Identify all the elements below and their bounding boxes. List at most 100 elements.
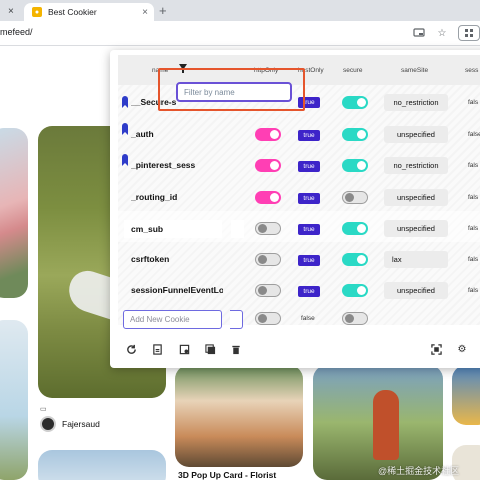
column-header-samesite[interactable]: sameSite <box>401 67 428 74</box>
toggle-knob <box>258 255 267 264</box>
session-value: fals <box>468 256 479 263</box>
toggle-knob <box>270 193 279 202</box>
hostonly-chip[interactable]: true <box>298 161 320 172</box>
extension-icon[interactable] <box>458 25 480 41</box>
httponly-toggle[interactable] <box>255 159 281 172</box>
session-value: fals <box>468 287 479 294</box>
toggle-knob <box>357 98 366 107</box>
tab-bar: × ● Best Cookier × + <box>0 0 480 21</box>
pin-image[interactable] <box>0 128 28 298</box>
table-row[interactable]: _routing_id true unspecified fals <box>118 180 480 211</box>
pin-image[interactable] <box>0 320 28 480</box>
toggle-knob <box>357 286 366 295</box>
toggle-knob <box>270 130 279 139</box>
secure-toggle[interactable] <box>342 159 368 172</box>
pinned-bookmark-icon[interactable] <box>122 154 128 166</box>
cookie-name[interactable]: _auth <box>131 129 223 139</box>
hostonly-value[interactable]: false <box>301 315 315 322</box>
copy-icon[interactable] <box>204 343 216 355</box>
pinned-bookmark-icon[interactable] <box>122 123 128 135</box>
new-cookie-row[interactable]: Add New Cookie false <box>118 305 480 336</box>
secure-toggle[interactable] <box>342 128 368 141</box>
add-cookie-input[interactable]: Add New Cookie <box>123 310 222 329</box>
fullscreen-icon[interactable] <box>430 343 442 355</box>
table-row[interactable]: sessionFunnelEventLo true unspecified fa… <box>118 273 480 304</box>
session-value: false <box>468 131 480 138</box>
import-icon[interactable] <box>151 343 163 355</box>
pin-title[interactable]: 3D Pop Up Card - Florist <box>178 470 276 480</box>
pin-image[interactable] <box>175 365 303 467</box>
new-tab-button[interactable]: + <box>159 3 167 19</box>
httponly-toggle[interactable] <box>255 191 281 204</box>
samesite-select[interactable]: no_restriction <box>384 157 448 174</box>
toggle-knob <box>270 161 279 170</box>
close-tab-icon[interactable]: × <box>8 2 14 21</box>
url-field[interactable]: mefeed/ <box>0 27 33 37</box>
samesite-select[interactable]: no_restriction <box>384 94 448 111</box>
pinner-name[interactable]: Fajersaud <box>62 419 100 429</box>
column-header-session[interactable]: sess <box>465 67 478 74</box>
column-header-secure[interactable]: secure <box>343 67 363 74</box>
httponly-toggle[interactable] <box>255 312 281 325</box>
samesite-select[interactable]: unspecified <box>384 189 448 206</box>
pin-image[interactable] <box>38 450 166 480</box>
star-icon[interactable]: ☆ <box>435 26 449 40</box>
cookie-name[interactable]: _pinterest_sess <box>131 160 223 170</box>
pin-image[interactable] <box>452 365 480 425</box>
cookie-value-input[interactable] <box>231 220 244 238</box>
settings-icon[interactable]: ⚙ <box>456 343 468 355</box>
hostonly-chip[interactable]: true <box>298 286 320 297</box>
cast-icon[interactable] <box>412 26 426 40</box>
samesite-select[interactable]: unspecified <box>384 126 448 143</box>
active-tab[interactable]: ● Best Cookier × <box>24 3 154 21</box>
cookie-name[interactable]: _routing_id <box>131 192 223 202</box>
samesite-select[interactable]: lax <box>384 251 448 268</box>
secure-toggle[interactable] <box>342 96 368 109</box>
cookie-name[interactable]: sessionFunnelEventLo <box>131 285 223 295</box>
add-cookie-value-input[interactable] <box>230 310 243 329</box>
httponly-toggle[interactable] <box>255 284 281 297</box>
table-row[interactable]: _auth true unspecified false <box>118 118 480 149</box>
hostonly-chip[interactable]: true <box>298 130 320 141</box>
hostonly-chip[interactable]: true <box>298 224 320 235</box>
export-icon[interactable] <box>178 343 190 355</box>
toggle-knob <box>258 286 267 295</box>
cookie-name-input[interactable]: cm_sub <box>124 220 222 238</box>
secure-toggle[interactable] <box>342 312 368 325</box>
toggle-knob <box>345 193 354 202</box>
samesite-select[interactable]: unspecified <box>384 220 448 237</box>
toggle-knob <box>258 224 267 233</box>
session-value: fals <box>468 99 479 106</box>
toggle-knob <box>357 130 366 139</box>
secure-toggle[interactable] <box>342 284 368 297</box>
watermark: @稀土掘金技术社区 <box>378 466 460 476</box>
pin-image[interactable] <box>313 365 443 480</box>
pinned-bookmark-icon[interactable] <box>122 96 128 108</box>
session-value: fals <box>468 162 479 169</box>
secure-toggle[interactable] <box>342 253 368 266</box>
table-row-editing[interactable]: cm_sub true unspecified fals <box>118 211 480 242</box>
toggle-knob <box>357 255 366 264</box>
close-tab-icon[interactable]: × <box>142 7 148 18</box>
httponly-toggle[interactable] <box>255 253 281 266</box>
table-row[interactable]: _pinterest_sess true no_restriction fals <box>118 149 480 180</box>
address-bar: mefeed/ ☆ <box>0 21 480 46</box>
avatar[interactable] <box>40 416 56 432</box>
refresh-icon[interactable] <box>125 343 137 355</box>
table-row[interactable]: csrftoken true lax fals <box>118 242 480 273</box>
secure-toggle[interactable] <box>342 191 368 204</box>
pin-figure <box>373 390 399 460</box>
hostonly-chip[interactable]: true <box>298 255 320 266</box>
samesite-select[interactable]: unspecified <box>384 282 448 299</box>
delete-icon[interactable] <box>230 343 242 355</box>
httponly-toggle[interactable] <box>255 128 281 141</box>
session-value: fals <box>468 225 479 232</box>
session-value: fals <box>468 194 479 201</box>
previous-tab[interactable]: × <box>0 2 22 21</box>
address-bar-actions: ☆ <box>412 25 480 41</box>
pinner-info[interactable]: Fajersaud <box>40 416 100 432</box>
secure-toggle[interactable] <box>342 222 368 235</box>
cookie-name[interactable]: csrftoken <box>131 254 223 264</box>
httponly-toggle[interactable] <box>255 222 281 235</box>
hostonly-chip[interactable]: true <box>298 193 320 204</box>
